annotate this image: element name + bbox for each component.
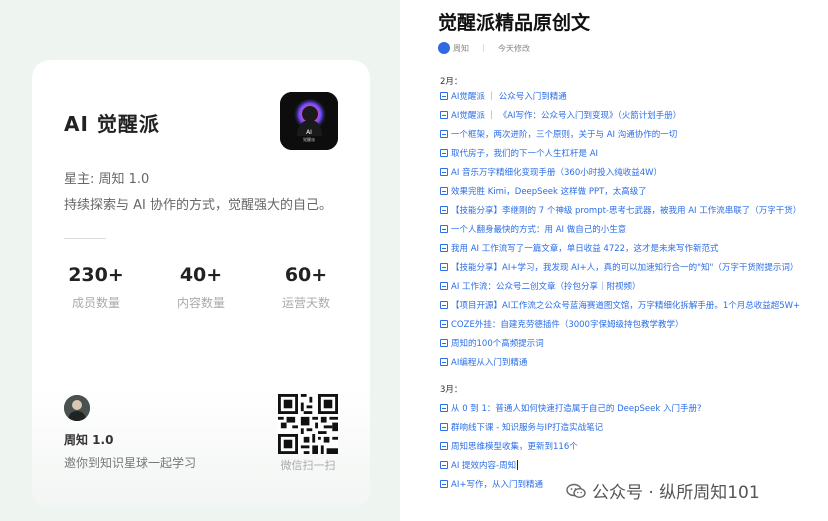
qr-code[interactable] <box>278 394 338 454</box>
article-link[interactable]: 周知的100个高频提示词 <box>440 336 544 350</box>
doc-icon <box>440 206 448 214</box>
article-link[interactable]: 【技能分享】AI+学习，我发现 AI+人，真的可以加速知行合一的"知"（万字干货… <box>440 260 798 274</box>
brand-name: AI 觉醒派 <box>64 112 160 136</box>
doc-icon <box>440 301 448 309</box>
text-caret <box>517 460 519 470</box>
meta-separator <box>483 44 484 52</box>
planet-owner: 星主: 周知 1.0 <box>64 172 150 187</box>
meta-updated: 今天修改 <box>498 43 530 53</box>
doc-icon <box>440 263 448 271</box>
article-link[interactable]: AI编程从入门到精通 <box>440 355 527 369</box>
doc-icon <box>440 225 448 233</box>
app-icon-text-bottom: 觉醒派 <box>303 136 315 142</box>
article-link[interactable]: 从 0 到 1：普通人如何快速打造属于自己的 DeepSeek 入门手册? <box>440 401 702 415</box>
app-icon: AI 觉醒派 <box>280 92 338 150</box>
article-link[interactable]: COZE外挂：自建克劳德插件（3000字保姆级持包教学教学） <box>440 317 683 331</box>
doc-icon <box>440 480 448 488</box>
doc-icon <box>440 404 448 412</box>
wechat-icon <box>566 483 586 498</box>
article-link[interactable]: 效果完胜 Kimi，DeepSeek 这样做 PPT，太高级了 <box>440 184 647 198</box>
doc-icon <box>440 282 448 290</box>
article-meta: 周知 今天修改 <box>438 42 530 54</box>
author-name: 周知 1.0 <box>64 433 114 447</box>
stat-value: 40+ <box>179 264 223 286</box>
article-link[interactable]: 一个框架，两次进阶，三个原则，关于与 AI 沟通协作的一切 <box>440 127 677 141</box>
planet-tagline: 持续探索与 AI 协作的方式，觉醒强大的自己。 <box>64 198 332 213</box>
article-link[interactable]: 【项目开源】AI工作流之公众号蓝海赛道图文馆，万字精细化拆解手册。1个月总收益超… <box>440 298 800 312</box>
stat-content: 40+ 内容数量 <box>161 264 241 311</box>
article-link[interactable]: AI 音乐万字精细化变现手册（360小时投入纯收益4W） <box>440 165 662 179</box>
meta-author[interactable]: 周知 <box>453 43 469 54</box>
article-link[interactable]: 我用 AI 工作流写了一篇文章，单日收益 4722，这才是未来写作新范式 <box>440 241 719 255</box>
article-link[interactable]: 周知思维模型收集，更新到116个 <box>440 439 578 453</box>
doc-icon <box>440 320 448 328</box>
article-link[interactable]: 一个人翻身最快的方式：用 AI 做自己的小生意 <box>440 222 626 236</box>
stat-members: 230+ 成员数量 <box>56 264 136 311</box>
avatar <box>64 395 90 421</box>
page-title: 觉醒派精品原创文 <box>438 12 591 34</box>
stat-days: 60+ 运营天数 <box>266 264 346 311</box>
watermark: 公众号 · 纵所周知101 <box>560 476 766 505</box>
section-label-mar: 3月： <box>440 385 463 395</box>
stat-label: 运营天数 <box>281 296 330 310</box>
invite-text: 邀你到知识星球一起学习 <box>64 456 197 470</box>
article-link[interactable]: AI+写作，从入门到精通 <box>440 477 543 491</box>
doc-icon <box>440 339 448 347</box>
article-link[interactable]: 【技能分享】李继刚的 7 个神级 prompt-思考七武器，被我用 AI 工作流… <box>440 203 801 217</box>
article-link[interactable]: AI 提效内容-周知 <box>440 458 519 472</box>
article-link[interactable]: 取代房子，我们的下一个人生杠杆是 AI <box>440 146 598 160</box>
doc-icon <box>440 442 448 450</box>
doc-icon <box>440 111 448 119</box>
doc-icon <box>440 187 448 195</box>
watermark-text: 公众号 · 纵所周知101 <box>592 483 760 503</box>
article-link[interactable]: 群响线下课 - 知识服务与IP打造实战笔记 <box>440 420 603 434</box>
qr-label: 微信扫一扫 <box>280 459 336 472</box>
doc-icon <box>440 244 448 252</box>
stat-label: 成员数量 <box>71 296 120 310</box>
divider <box>64 238 106 239</box>
doc-icon <box>440 461 448 469</box>
share-card: AI 觉醒派 AI 觉醒派 星主: 周知 1.0 持续探索与 AI 协作的方式，… <box>32 60 370 508</box>
doc-icon <box>440 130 448 138</box>
doc-icon <box>440 423 448 431</box>
stat-value: 60+ <box>284 264 328 286</box>
app-icon-text-top: AI <box>306 129 312 136</box>
article-link[interactable]: AI 工作流：公众号二创文章（拎包分享｜附视频） <box>440 279 641 293</box>
article-link[interactable]: AI觉醒派 ｜ 《AI写作：公众号入门到变现》（火箭计划手册） <box>440 108 681 122</box>
stat-label: 内容数量 <box>176 296 225 310</box>
section-label-feb: 2月： <box>440 77 463 87</box>
doc-icon <box>440 92 448 100</box>
doc-icon <box>440 149 448 157</box>
author-icon <box>438 42 450 54</box>
article-link[interactable]: AI觉醒派 ｜ 公众号入门到精通 <box>440 89 567 103</box>
stat-value: 230+ <box>68 264 124 286</box>
doc-icon <box>440 168 448 176</box>
doc-icon <box>440 358 448 366</box>
